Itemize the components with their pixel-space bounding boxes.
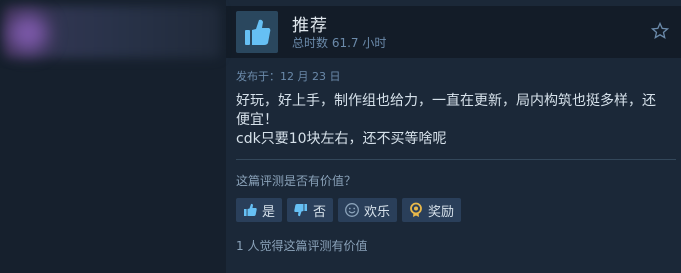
divider xyxy=(236,159,676,160)
thumbs-up-icon xyxy=(241,202,258,219)
award-medal-icon xyxy=(407,202,424,219)
vote-yes-label: 是 xyxy=(262,204,276,220)
vote-funny-button[interactable]: 欢乐 xyxy=(338,198,398,222)
review-text-line: 好玩，好上手，制作组也给力，一直在更新，局内构筑也挺多样，还 xyxy=(236,93,656,109)
vote-no-button[interactable]: 否 xyxy=(287,198,334,222)
helpful-question: 这篇评测是否有价值？ xyxy=(236,174,357,188)
thumbs-down-icon xyxy=(292,202,309,219)
hours-played: 总时数 61.7 小时 xyxy=(292,36,387,50)
smiley-icon xyxy=(343,202,360,219)
review-text: 好玩，好上手，制作组也给力，一直在更新，局内构筑也挺多样，还 便宜！ cdk只要… xyxy=(236,92,671,149)
vote-funny-label: 欢乐 xyxy=(364,204,391,220)
award-label: 奖励 xyxy=(428,204,455,220)
award-button[interactable]: 奖励 xyxy=(402,198,462,222)
avatar xyxy=(8,14,48,52)
thumbs-up-icon xyxy=(236,11,278,53)
reviewer-panel xyxy=(0,0,226,273)
vote-yes-button[interactable]: 是 xyxy=(236,198,283,222)
review-header: 推荐 总时数 61.7 小时 xyxy=(226,6,681,58)
posted-date: 发布于：12 月 23 日 xyxy=(236,70,341,83)
helpful-count: 1 人觉得这篇评测有价值 xyxy=(236,239,368,253)
review-text-line: 便宜！ xyxy=(236,112,278,128)
vote-buttons: 是 否 欢乐 奖励 xyxy=(236,198,466,222)
recommendation-label: 推荐 xyxy=(292,16,328,36)
review-text-line: cdk只要10块左右，还不买等啥呢 xyxy=(236,131,447,147)
star-icon[interactable] xyxy=(650,21,670,40)
vote-no-label: 否 xyxy=(313,204,327,220)
